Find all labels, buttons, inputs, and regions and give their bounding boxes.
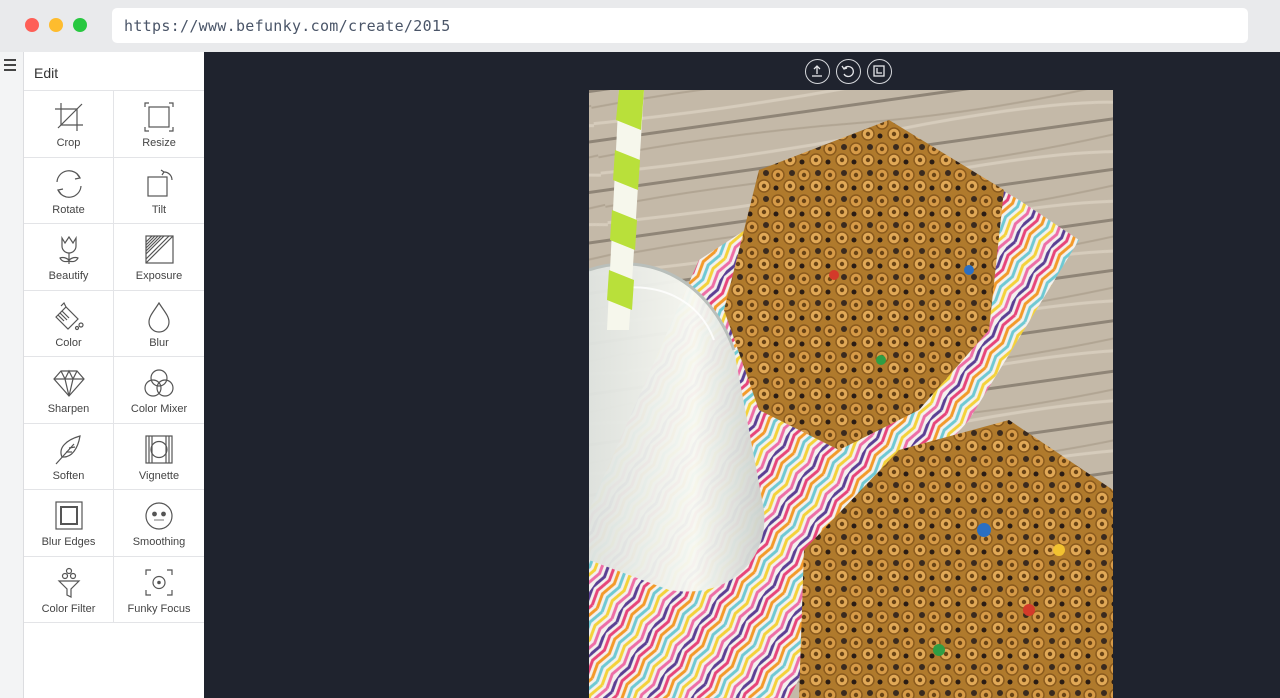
resize-icon xyxy=(144,102,174,132)
tool-beautify[interactable]: Beautify xyxy=(24,224,114,291)
tool-label: Sharpen xyxy=(47,403,90,415)
tool-label: Crop xyxy=(56,137,81,149)
vignette-icon xyxy=(145,434,173,464)
tool-label: Soften xyxy=(52,469,85,482)
edit-panel: Edit Crop Resize Rotate Tilt Beautify Ex… xyxy=(24,52,204,698)
window-maximize-button[interactable] xyxy=(73,18,87,32)
tool-label: Vignette xyxy=(138,469,180,482)
tool-label: Color Filter xyxy=(41,602,96,615)
tool-funky-focus[interactable]: Funky Focus xyxy=(114,556,204,623)
upload-button[interactable] xyxy=(805,59,830,84)
tool-label: Blur Edges xyxy=(41,536,96,548)
side-rail xyxy=(0,52,24,698)
layers-icon xyxy=(873,65,885,77)
color-mixer-icon xyxy=(144,369,174,397)
tool-crop[interactable]: Crop xyxy=(24,91,114,158)
cereal-bars-photo xyxy=(589,90,1113,698)
funky-focus-icon xyxy=(145,568,173,596)
tool-tilt[interactable]: Tilt xyxy=(114,157,204,224)
tool-vignette[interactable]: Vignette xyxy=(114,423,204,490)
crop-icon xyxy=(55,103,83,131)
tool-exposure[interactable]: Exposure xyxy=(114,224,204,291)
upload-icon xyxy=(812,65,822,77)
browser-toolbar: https://www.befunky.com/create/2015 xyxy=(0,0,1280,52)
blur-drop-icon xyxy=(148,301,170,333)
tool-label: Color Mixer xyxy=(130,403,188,415)
editor-canvas[interactable] xyxy=(204,52,1280,698)
color-filter-icon xyxy=(57,567,81,598)
tool-label: Rotate xyxy=(52,203,85,216)
tool-grid: Crop Resize Rotate Tilt Beautify Exposur… xyxy=(24,91,204,623)
tool-sharpen[interactable]: Sharpen xyxy=(24,357,114,424)
rotate-icon xyxy=(56,169,82,198)
undo-icon xyxy=(841,65,854,78)
panel-title: Edit xyxy=(34,65,59,81)
tool-color-filter[interactable]: Color Filter xyxy=(24,556,114,623)
photo-canvas[interactable] xyxy=(589,90,1113,698)
tool-resize[interactable]: Resize xyxy=(114,91,204,158)
tool-label: Resize xyxy=(142,137,176,149)
tool-smoothing[interactable]: Smoothing xyxy=(114,490,204,557)
tool-soften[interactable]: Soften xyxy=(24,423,114,490)
tilt-icon xyxy=(147,169,173,197)
menu-icon[interactable] xyxy=(4,59,18,71)
exposure-icon xyxy=(145,235,174,264)
address-bar[interactable]: https://www.befunky.com/create/2015 xyxy=(112,8,1248,43)
window-minimize-button[interactable] xyxy=(49,18,63,32)
sharpen-diamond-icon xyxy=(53,369,85,397)
tool-label: Color xyxy=(55,336,82,349)
tool-blur[interactable]: Blur xyxy=(114,290,204,357)
tool-label: Funky Focus xyxy=(127,602,191,615)
undo-button[interactable] xyxy=(836,59,861,84)
tool-rotate[interactable]: Rotate xyxy=(24,157,114,224)
tool-label: Smoothing xyxy=(132,536,186,548)
blur-edges-icon xyxy=(55,501,83,530)
window-close-button[interactable] xyxy=(25,18,39,32)
tool-label: Blur xyxy=(149,336,169,349)
url-text: https://www.befunky.com/create/2015 xyxy=(124,17,451,35)
tool-label: Tilt xyxy=(151,203,167,216)
tool-label: Beautify xyxy=(48,270,89,282)
tool-label: Exposure xyxy=(135,270,183,282)
beautify-flower-icon xyxy=(59,235,79,264)
befunky-editor: Edit Crop Resize Rotate Tilt Beautify Ex… xyxy=(0,52,1280,698)
soften-feather-icon xyxy=(55,434,81,464)
tool-blur-edges[interactable]: Blur Edges xyxy=(24,490,114,557)
color-bucket-icon xyxy=(55,301,84,330)
canvas-toolbar xyxy=(805,59,892,85)
layers-button[interactable] xyxy=(867,59,892,84)
tool-color-mixer[interactable]: Color Mixer xyxy=(114,357,204,424)
tool-color[interactable]: Color xyxy=(24,290,114,357)
smoothing-face-icon xyxy=(145,502,173,530)
